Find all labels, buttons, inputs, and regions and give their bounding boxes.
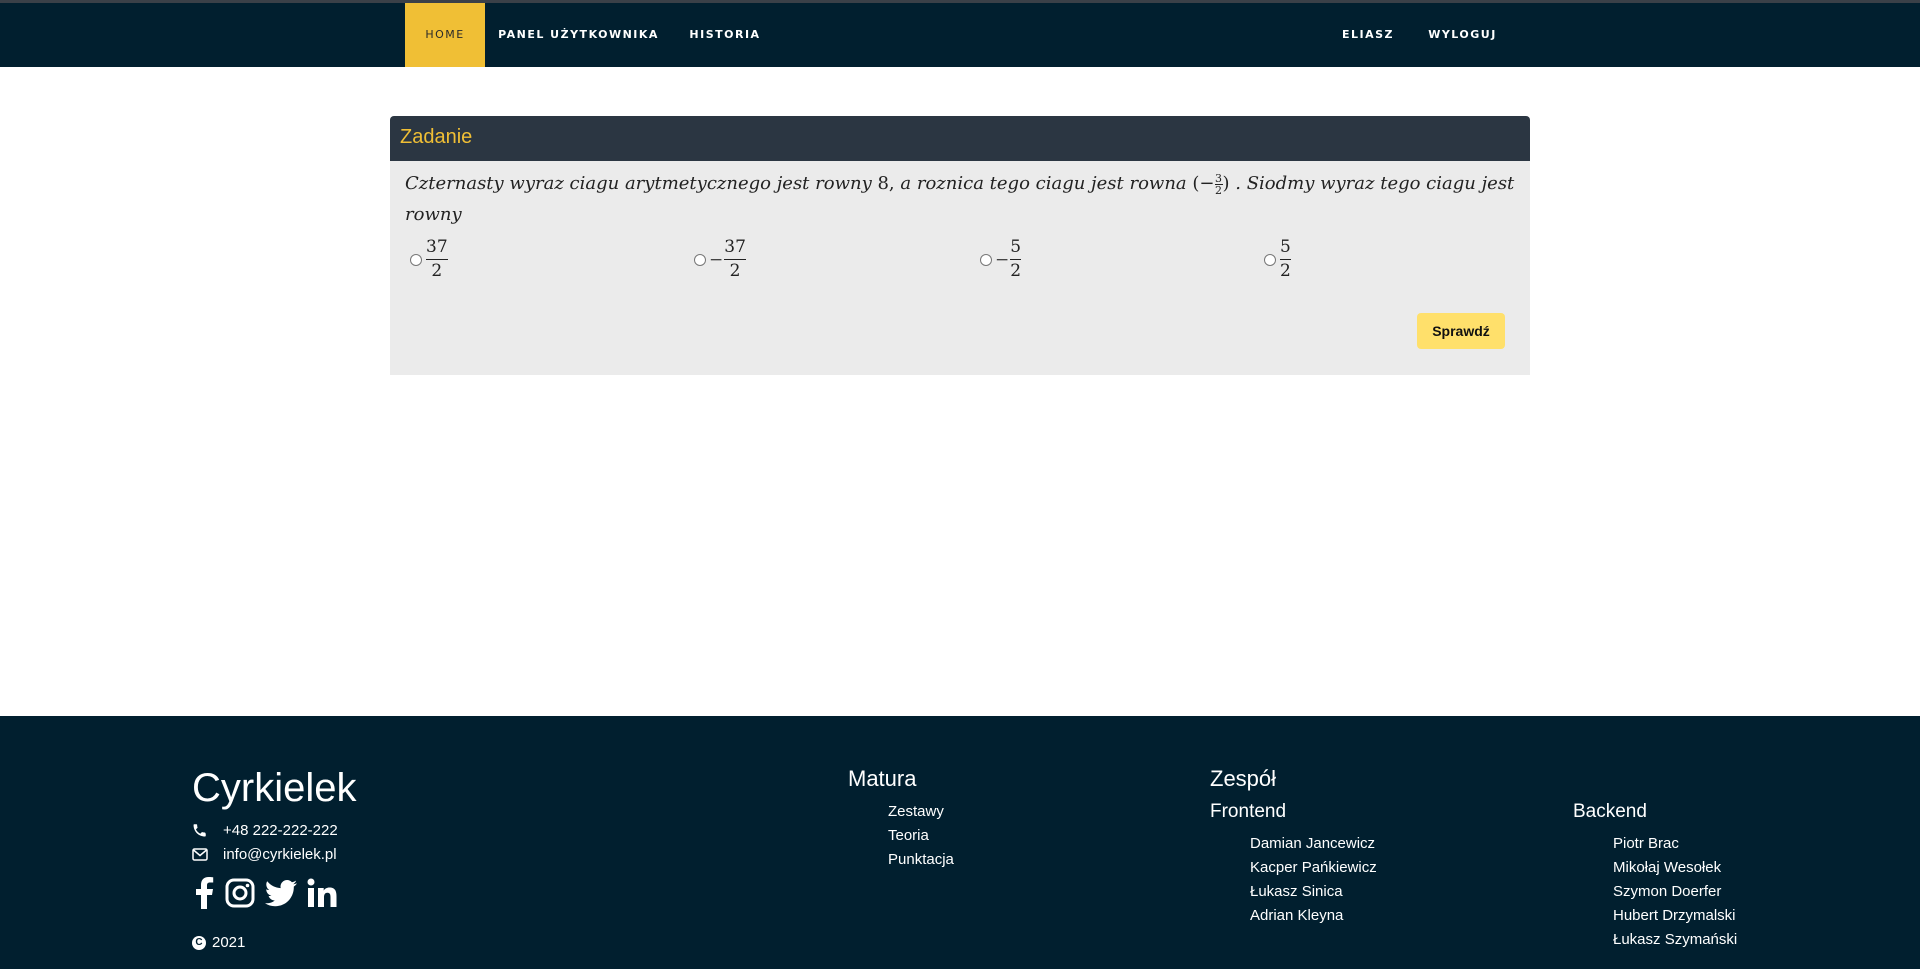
frontend-heading: Frontend	[1210, 801, 1287, 822]
question-difference: (− 3 2)	[1192, 171, 1236, 197]
option-numerator: 5	[1010, 237, 1022, 257]
top-navbar: HOME PANEL UŻYTKOWNIKA HISTORIA ELIASZ W…	[0, 0, 1920, 67]
check-button[interactable]: Sprawdź	[1417, 313, 1505, 349]
option-denominator: 2	[729, 261, 741, 281]
matura-links: Zestawy Teoria Punktacja	[888, 800, 954, 872]
backend-heading: Backend	[1573, 801, 1647, 822]
option-numerator: 37	[426, 237, 448, 257]
team-heading: Zespół	[1210, 766, 1277, 791]
team-member: Damian Jancewicz	[1250, 835, 1376, 852]
footer-phone: +48 222-222-222	[192, 822, 338, 839]
team-member: Łukasz Szymański	[1613, 931, 1738, 948]
nav-user-panel[interactable]: PANEL UŻYTKOWNIKA	[495, 3, 662, 67]
difference-denominator: 2	[1215, 183, 1222, 197]
backend-members: Piotr Brac Mikołaj Wesołek Szymon Doerfe…	[1613, 832, 1737, 952]
team-member: Adrian Kleyna	[1250, 907, 1344, 924]
option-denominator: 2	[431, 261, 443, 281]
team-member: Hubert Drzymalski	[1613, 907, 1736, 924]
option-denominator: 2	[1010, 261, 1022, 281]
task-card-header: Zadanie	[390, 116, 1530, 161]
team-member: Szymon Doerfer	[1613, 883, 1722, 900]
answer-option-4[interactable]: 5 2	[1264, 238, 1291, 281]
team-member: Łukasz Sinica	[1250, 883, 1343, 900]
phone-text: +48 222-222-222	[223, 822, 338, 839]
linkedin-icon[interactable]	[307, 878, 337, 913]
envelope-icon	[192, 848, 223, 861]
option-numerator: 37	[724, 237, 746, 257]
footer-link-teoria[interactable]: Teoria	[888, 824, 954, 848]
option-numerator: 5	[1280, 237, 1291, 257]
option-fraction: 37 2	[724, 238, 746, 281]
task-card: Zadanie Czternasty wyraz ciagu arytmetyc…	[390, 116, 1530, 375]
footer-email: info@cyrkielek.pl	[192, 846, 337, 863]
phone-icon	[192, 823, 223, 838]
footer-brand: Cyrkielek	[192, 766, 357, 810]
task-title: Zadanie	[400, 126, 473, 148]
option-sign: −	[995, 249, 1010, 270]
answer-option-1[interactable]: 37 2	[410, 238, 448, 281]
copyright-icon: C	[192, 935, 206, 950]
question-text-1: Czternasty wyraz ciagu arytmetycznego je…	[405, 173, 872, 194]
task-question: Czternasty wyraz ciagu arytmetycznego je…	[405, 168, 1515, 230]
answer-radio-1[interactable]	[410, 253, 422, 266]
option-fraction: 5 2	[1010, 237, 1022, 281]
nav-history[interactable]: HISTORIA	[680, 3, 770, 67]
nav-user-name[interactable]: ELIASZ	[1333, 3, 1403, 67]
option-sign: −	[709, 249, 724, 270]
team-member: Kacper Pańkiewicz	[1250, 859, 1377, 876]
team-member: Piotr Brac	[1613, 835, 1679, 852]
answer-radio-4[interactable]	[1264, 253, 1276, 266]
social-links	[193, 877, 337, 914]
option-denominator: 2	[1280, 261, 1291, 281]
facebook-icon[interactable]	[193, 877, 215, 914]
option-fraction: 37 2	[426, 238, 448, 281]
option-fraction: 5 2	[1280, 238, 1291, 281]
difference-numerator: 3	[1215, 171, 1222, 185]
difference-fraction: 32	[1214, 171, 1223, 197]
answer-option-2[interactable]: − 37 2	[694, 238, 746, 281]
footer: Cyrkielek +48 222-222-222 info@cyrkielek…	[0, 716, 1920, 969]
copyright-year: 2021	[212, 934, 246, 951]
copyright: C 2021	[192, 934, 245, 951]
matura-heading: Matura	[848, 766, 917, 791]
difference-sign: −	[1199, 173, 1215, 194]
frontend-members: Damian Jancewicz Kacper Pańkiewicz Łukas…	[1250, 832, 1377, 928]
footer-link-punktacja[interactable]: Punktacja	[888, 848, 954, 872]
question-text-2: a roznica tego ciagu jest rowna	[900, 173, 1187, 194]
footer-link-zestawy[interactable]: Zestawy	[888, 800, 954, 824]
twitter-icon[interactable]	[265, 879, 297, 912]
question-number: 8,	[877, 173, 895, 194]
answer-radio-2[interactable]	[694, 253, 706, 266]
nav-home[interactable]: HOME	[405, 3, 485, 67]
answer-radio-3[interactable]	[980, 253, 992, 266]
answer-option-3[interactable]: − 5 2	[980, 237, 1022, 281]
nav-logout[interactable]: WYLOGUJ	[1420, 3, 1505, 67]
team-member: Mikołaj Wesołek	[1613, 859, 1722, 876]
email-link[interactable]: info@cyrkielek.pl	[223, 846, 337, 863]
instagram-icon[interactable]	[225, 878, 255, 913]
